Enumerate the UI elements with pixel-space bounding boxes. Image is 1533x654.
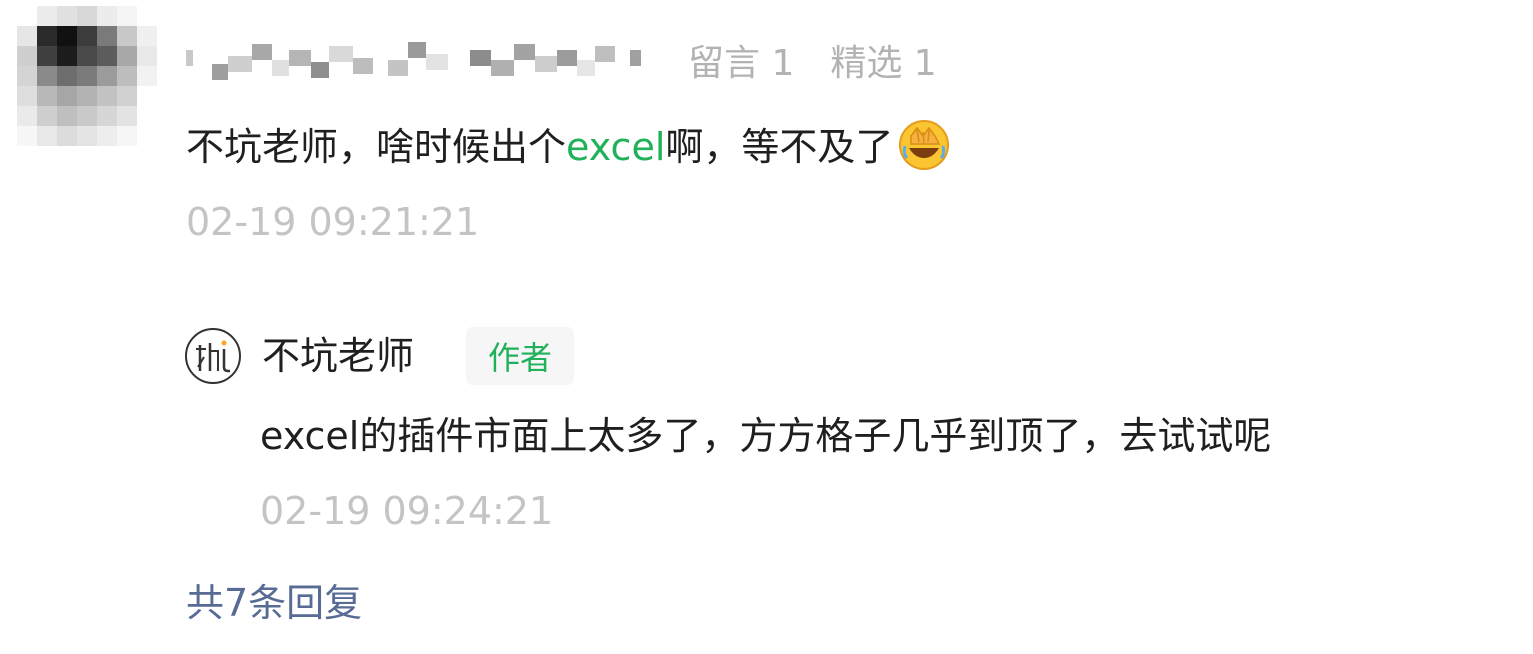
view-all-replies-link[interactable]: 共7条回复 — [186, 575, 362, 631]
author-badge: 作者 — [466, 327, 574, 385]
facepalm-emoji-icon — [897, 118, 951, 172]
author-avatar[interactable] — [184, 327, 242, 385]
comment-timestamp: 02-19 09:21:21 — [186, 200, 480, 244]
commenter-name-blurred[interactable] — [186, 34, 642, 82]
featured-count: 精选 1 — [830, 43, 937, 84]
reply-timestamp: 02-19 09:24:21 — [260, 489, 554, 533]
reply-text: excel的插件市面上太多了，方方格子几乎到顶了，去试试呢 — [260, 414, 1272, 458]
reply-author-name[interactable]: 不坑老师 — [262, 328, 414, 384]
comment-highlight: excel — [566, 125, 666, 169]
comment-text: 不坑老师，啥时候出个excel啊，等不及了 — [186, 118, 951, 175]
comment-stats: 留言 1 精选 1 — [688, 34, 937, 86]
comments-count: 留言 1 — [688, 43, 795, 84]
author-logo-icon — [185, 328, 241, 384]
commenter-avatar[interactable] — [17, 6, 157, 146]
comment-section: 留言 1 精选 1 不坑老师，啥时候出个excel啊，等不及了 02-19 09… — [0, 0, 1533, 654]
